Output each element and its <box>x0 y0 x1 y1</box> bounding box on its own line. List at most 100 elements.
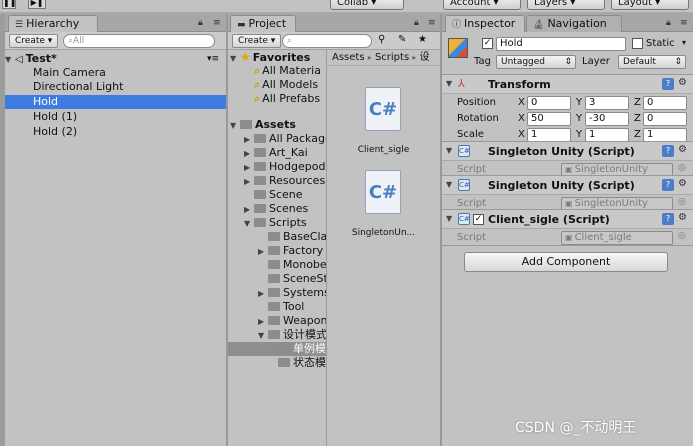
static-dropdown-icon[interactable]: ▾ <box>682 38 686 47</box>
object-picker-icon[interactable]: ◎ <box>678 197 686 207</box>
hierarchy-item-hold-2[interactable]: Hold (2) <box>5 125 226 139</box>
collapse-arrow-icon[interactable]: ▶ <box>244 147 254 161</box>
hierarchy-create-button[interactable]: Create ▾ <box>9 34 59 48</box>
rotation-z-field[interactable]: 0 <box>643 112 687 126</box>
script-folder-design[interactable]: ▼ 设计模式 <box>258 328 326 342</box>
position-x-field[interactable]: 0 <box>527 96 571 110</box>
help-icon[interactable]: ? <box>662 179 674 191</box>
scale-y-field[interactable]: 1 <box>585 128 629 142</box>
hierarchy-item-main-camera[interactable]: Main Camera <box>5 66 226 80</box>
breadcrumb-assets[interactable]: Assets <box>332 52 365 63</box>
collapse-arrow-icon[interactable]: ▶ <box>244 133 254 147</box>
step-button[interactable]: ▶❚ <box>28 0 46 9</box>
asset-folder[interactable]: Scene <box>244 188 303 202</box>
expand-arrow-icon[interactable]: ▼ <box>5 53 15 67</box>
favorite-item[interactable]: ⌕ All Materia <box>254 64 321 78</box>
design-folder-selected[interactable]: 单例模 <box>228 342 326 356</box>
hierarchy-search-input[interactable]: ⌕All <box>63 34 215 48</box>
project-search-input[interactable]: ⌕ <box>282 34 372 48</box>
asset-folder[interactable]: ▶ Art_Kai <box>244 146 308 160</box>
layout-button[interactable]: Layout ▾ <box>611 0 689 10</box>
position-z-field[interactable]: 0 <box>643 96 687 110</box>
rotation-x-field[interactable]: 50 <box>527 112 571 126</box>
expand-arrow-icon[interactable]: ▼ <box>446 146 456 155</box>
tab-navigation[interactable]: ⛵︎ Navigation <box>526 15 622 32</box>
help-icon[interactable]: ? <box>662 78 674 90</box>
account-button[interactable]: Account ▾ <box>443 0 521 10</box>
static-checkbox[interactable] <box>632 38 643 49</box>
asset-folder[interactable]: ▶ All Package <box>244 132 326 146</box>
scale-z-field[interactable]: 1 <box>643 128 687 142</box>
active-checkbox[interactable]: ✓ <box>482 38 493 49</box>
project-lock-icon[interactable]: 🔒︎ <box>414 18 419 28</box>
hierarchy-item-hold-1[interactable]: Hold (1) <box>5 110 226 124</box>
breadcrumb-scripts[interactable]: Scripts <box>375 52 409 63</box>
tab-hierarchy[interactable]: ☰ Hierarchy <box>8 15 98 32</box>
hierarchy-item-directional-light[interactable]: Directional Light <box>5 80 226 94</box>
inspector-lock-icon[interactable]: 🔒︎ <box>666 18 671 28</box>
collab-button[interactable]: Collab ▾ <box>330 0 404 10</box>
csharp-script-icon[interactable]: C# <box>365 87 401 131</box>
file-label-singleton[interactable]: SingletonUn... <box>327 228 440 238</box>
favorite-item[interactable]: ⌕ All Prefabs <box>254 92 320 106</box>
expand-arrow-icon[interactable]: ▼ <box>258 329 268 343</box>
tab-inspector[interactable]: ⓘ Inspector <box>445 15 525 32</box>
script-reference-field[interactable]: ▣ Client_sigle <box>561 231 673 245</box>
menu-icon[interactable]: ≡ <box>213 18 221 28</box>
project-create-button[interactable]: Create ▾ <box>232 34 282 48</box>
assets-row[interactable]: ▼ Assets <box>230 118 296 132</box>
script-folder[interactable]: Monobeh <box>258 258 326 272</box>
expand-arrow-icon[interactable]: ▼ <box>230 52 240 66</box>
pause-button[interactable]: ❚❚ <box>2 0 16 9</box>
expand-arrow-icon[interactable]: ▼ <box>446 180 456 189</box>
tab-project[interactable]: ▬ Project <box>230 15 296 32</box>
collapse-arrow-icon[interactable]: ▶ <box>244 175 254 189</box>
object-picker-icon[interactable]: ◎ <box>678 231 686 241</box>
gear-icon[interactable]: ⚙ <box>678 212 687 223</box>
project-menu-icon[interactable]: ≡ <box>428 18 436 28</box>
gear-icon[interactable]: ⚙ <box>678 178 687 189</box>
scene-menu-icon[interactable]: ▾≡ <box>207 52 219 66</box>
file-label-client-sigle[interactable]: Client_sigle <box>327 145 440 155</box>
expand-arrow-icon[interactable]: ▼ <box>230 119 240 133</box>
script-folder[interactable]: SceneSt <box>258 272 326 286</box>
object-name-field[interactable]: Hold <box>496 37 626 51</box>
rotation-y-field[interactable]: -30 <box>585 112 629 126</box>
component-header-singleton-1[interactable]: ▼ C# Singleton Unity (Script) ? ⚙ <box>442 141 693 161</box>
tag-dropdown[interactable]: Untagged ⇕ <box>496 55 576 69</box>
position-y-field[interactable]: 3 <box>585 96 629 110</box>
filter-label-icon[interactable]: ✎ <box>398 34 406 45</box>
script-folder[interactable]: BaseCla <box>258 230 326 244</box>
favorites-row[interactable]: ▼ ★ Favorites <box>230 50 310 64</box>
hierarchy-item-hold[interactable]: Hold <box>5 95 226 109</box>
asset-folder[interactable]: ▶ Resources <box>244 174 325 188</box>
script-folder[interactable]: Tool <box>258 300 304 314</box>
scale-x-field[interactable]: 1 <box>527 128 571 142</box>
gear-icon[interactable]: ⚙ <box>678 77 687 88</box>
asset-folder[interactable]: ▶ Scenes <box>244 202 308 216</box>
lock-icon[interactable]: 🔒︎ <box>198 18 203 28</box>
expand-arrow-icon[interactable]: ▼ <box>446 79 456 88</box>
collapse-arrow-icon[interactable]: ▶ <box>258 287 268 301</box>
transform-header[interactable]: ▼ ⅄ Transform ? ⚙ <box>442 74 693 94</box>
breadcrumb-more[interactable]: 设 <box>420 52 430 63</box>
add-component-button[interactable]: Add Component <box>464 252 668 272</box>
help-icon[interactable]: ? <box>662 213 674 225</box>
component-enabled-checkbox[interactable]: ✓ <box>473 214 484 225</box>
asset-folder-scripts[interactable]: ▼ Scripts <box>244 216 307 230</box>
filter-type-icon[interactable]: ⚲ <box>378 34 385 45</box>
inspector-menu-icon[interactable]: ≡ <box>680 18 688 28</box>
asset-folder[interactable]: ▶ Hodgepodg <box>244 160 326 174</box>
gear-icon[interactable]: ⚙ <box>678 144 687 155</box>
csharp-script-icon[interactable]: C# <box>365 170 401 214</box>
favorite-star-icon[interactable]: ★ <box>418 34 427 45</box>
component-header-client-sigle[interactable]: ▼ C# ✓ Client_sigle (Script) ? ⚙ <box>442 209 693 229</box>
script-folder[interactable]: ▶ Factory <box>258 244 323 258</box>
script-folder[interactable]: ▶ Systems <box>258 286 326 300</box>
object-picker-icon[interactable]: ◎ <box>678 163 686 173</box>
layers-button[interactable]: Layers ▾ <box>527 0 605 10</box>
design-folder[interactable]: 状态模 <box>268 356 326 370</box>
collapse-arrow-icon[interactable]: ▶ <box>244 203 254 217</box>
collapse-arrow-icon[interactable]: ▶ <box>244 161 254 175</box>
scene-row[interactable]: ▼ ◁ Test* ▾≡ <box>5 52 226 66</box>
